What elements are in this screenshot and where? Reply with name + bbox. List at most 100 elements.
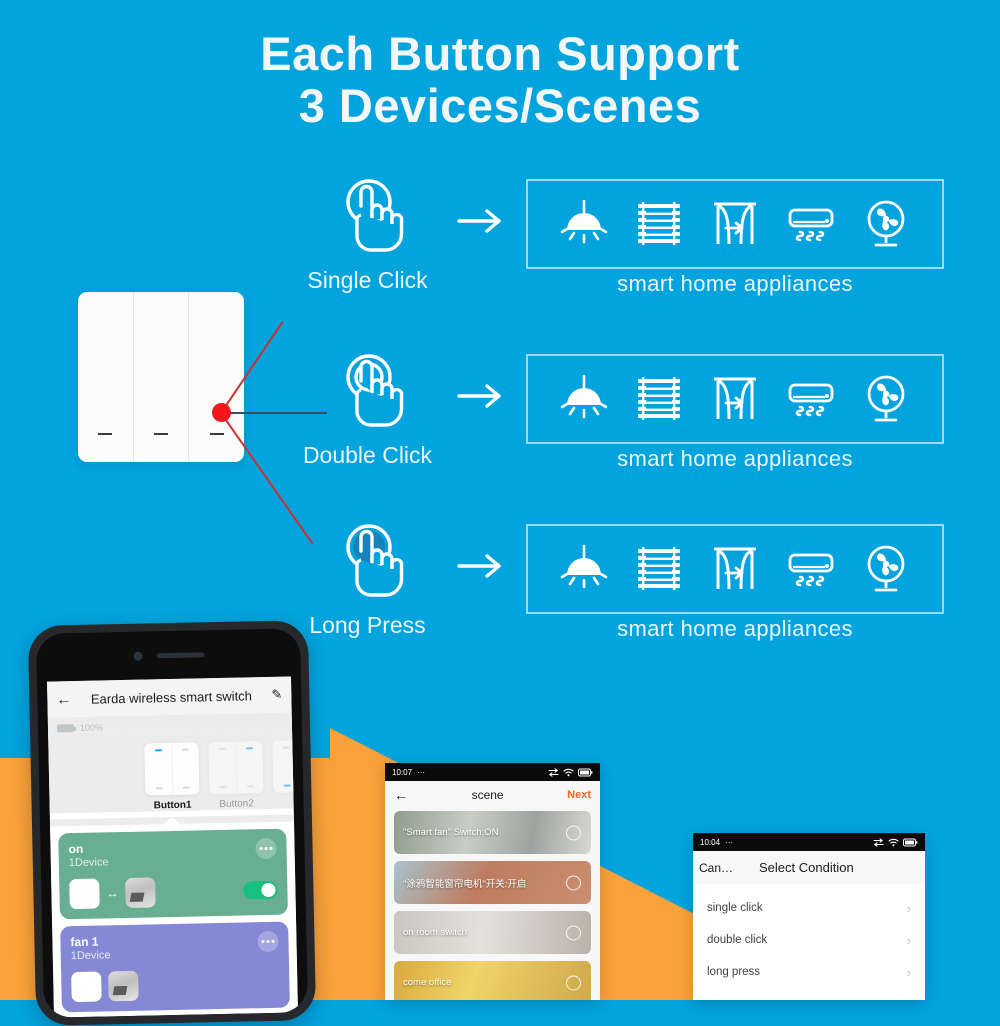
pendant-lamp-icon (560, 544, 608, 589)
poster-canvas: Each Button Support 3 Devices/Scenes Sin… (0, 0, 1000, 1026)
gesture-label: Long Press (309, 612, 426, 638)
appliance-panel-double (526, 354, 944, 444)
phone-device-screenshot: ← Earda wireless smart switch ✎ 100% But… (27, 620, 317, 1026)
device-card[interactable]: on 1Device ↔ (58, 828, 288, 920)
next-button[interactable]: Next (567, 789, 591, 801)
appliance-caption: smart home appliances (617, 616, 853, 641)
button-selector: Button1 Button2 Bu (48, 728, 298, 814)
device-photo-thumb (108, 970, 139, 1002)
phone-condition-screenshot: 10:04 ··· Can… Select Condition single c… (693, 833, 925, 1000)
app-bar: ← scene Next (385, 781, 600, 808)
arrow-right-icon (455, 378, 510, 414)
scene-list-item[interactable]: "涂鸦智能窗帘电机"开关:开启 (394, 861, 591, 904)
condition-list-item[interactable]: single click › (693, 892, 925, 924)
status-dots: ··· (417, 767, 426, 777)
window-blinds-icon (638, 377, 681, 420)
phone-earpiece (36, 628, 301, 682)
battery-icon (56, 724, 75, 733)
scene-radio-icon[interactable] (566, 925, 581, 940)
device-photo-thumb (125, 877, 156, 908)
button-tab-label: Bu (294, 797, 298, 809)
status-icons (548, 767, 593, 777)
switch-chip-icon (71, 971, 102, 1003)
button-tab-label: Button1 (153, 799, 192, 812)
gesture-row-single-click: Single Click smart home appliances (0, 175, 1000, 345)
device-card-body (71, 968, 280, 1003)
phone-frame: ← Earda wireless smart switch ✎ 100% But… (36, 628, 308, 1018)
appliance-caption: smart home appliances (617, 271, 853, 296)
button-tab-2[interactable]: Button2 (208, 741, 264, 811)
condition-label: double click (707, 934, 768, 946)
gesture-label: Single Click (307, 267, 428, 293)
air-conditioner-icon (788, 208, 833, 242)
data-transfer-icon (873, 837, 884, 847)
back-arrow-icon[interactable]: ← (56, 691, 71, 708)
double-tap-icon (300, 350, 435, 438)
device-toggle[interactable] (243, 880, 278, 900)
gesture-double-click[interactable]: Double Click (300, 350, 435, 469)
speaker-grill (155, 651, 205, 658)
link-arrows-icon: ↔ (106, 886, 119, 901)
device-card[interactable]: fan 1 1Device (60, 921, 290, 1013)
app-bar-title: scene (471, 787, 504, 802)
chevron-right-icon: › (906, 964, 911, 980)
air-conditioner-icon (788, 383, 833, 417)
gesture-single-click[interactable]: Single Click (300, 175, 435, 294)
title-line-2: 3 Devices/Scenes (298, 79, 702, 132)
page-title: Each Button Support 3 Devices/Scenes (0, 28, 1000, 132)
fan-icon (867, 545, 905, 592)
single-tap-icon (300, 175, 435, 263)
app-bar-title: Earda wireless smart switch (90, 687, 253, 707)
curtain-icon (713, 377, 756, 420)
wifi-icon (563, 768, 574, 776)
chevron-right-icon: › (906, 900, 911, 916)
scene-radio-icon[interactable] (566, 825, 581, 840)
button-tab-1[interactable]: Button1 (144, 742, 200, 812)
condition-list-item[interactable]: long press › (693, 956, 925, 988)
scene-label: come office (403, 977, 452, 988)
scene-list-item[interactable]: come office (394, 961, 591, 1000)
air-conditioner-icon (788, 553, 833, 587)
appliance-caption: smart home appliances (617, 446, 853, 471)
phone-scene-screenshot: 10:07 ··· ← scene Next "Smart fan" Switc… (385, 763, 600, 1000)
pendant-lamp-icon (560, 374, 608, 419)
status-bar: 10:04 ··· (693, 833, 925, 851)
status-dots: ··· (725, 837, 734, 847)
button-tab-label: Button2 (219, 798, 254, 811)
pendant-lamp-icon (560, 199, 608, 244)
battery-icon (903, 838, 918, 846)
condition-label: single click (707, 902, 763, 914)
scene-label: on room switch (403, 927, 467, 938)
gesture-label: Double Click (302, 442, 433, 468)
back-arrow-icon[interactable]: ← (394, 787, 408, 803)
device-card-list: on 1Device ↔ fan 1 1Device (50, 821, 298, 1018)
edit-pencil-icon[interactable]: ✎ (271, 687, 282, 703)
scene-radio-icon[interactable] (566, 975, 581, 990)
window-blinds-icon (638, 547, 681, 590)
button-tab-3[interactable]: Bu (272, 739, 298, 809)
condition-list-item[interactable]: double click › (693, 924, 925, 956)
condition-list: single click › double click › long press… (693, 884, 925, 988)
switch-thumb-icon (272, 739, 298, 793)
battery-label: 100% (79, 722, 104, 733)
cancel-button[interactable]: Can… (699, 861, 733, 875)
window-blinds-icon (638, 202, 681, 245)
gesture-row-double-click: Double Click smart home appliances (0, 350, 1000, 520)
long-press-icon (300, 520, 435, 608)
curtain-icon (713, 202, 756, 245)
gesture-long-press[interactable]: Long Press (300, 520, 435, 639)
scene-label: "Smart fan" Switch:ON (403, 827, 499, 838)
title-line-1: Each Button Support (260, 27, 740, 80)
scene-list-item[interactable]: on room switch (394, 911, 591, 954)
curtain-icon (713, 547, 756, 590)
scene-list-item[interactable]: "Smart fan" Switch:ON (394, 811, 591, 854)
scene-radio-icon[interactable] (566, 875, 581, 890)
camera-icon (132, 651, 143, 661)
switch-thumb-icon (208, 741, 264, 795)
battery-icon (578, 768, 593, 776)
status-time: 10:04 (700, 837, 721, 847)
appliance-panel-single (526, 179, 944, 269)
status-time: 10:07 (392, 767, 413, 777)
chevron-right-icon: › (906, 932, 911, 948)
status-icons (873, 837, 918, 847)
